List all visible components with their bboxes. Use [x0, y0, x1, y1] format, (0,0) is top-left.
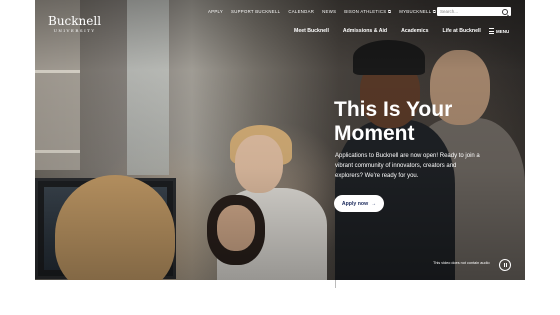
- utility-link-news[interactable]: NEWS: [322, 9, 336, 14]
- nav-life-at-bucknell[interactable]: Life at Bucknell: [443, 28, 481, 34]
- utility-link-support[interactable]: SUPPORT BUCKNELL: [231, 9, 280, 14]
- nav-academics[interactable]: Academics: [401, 28, 428, 34]
- search-input[interactable]: Search...: [437, 7, 511, 16]
- scroll-indicator: [335, 280, 336, 288]
- menu-icon: [489, 28, 494, 34]
- audio-note: This video does not contain audio: [433, 261, 490, 265]
- apply-now-label: Apply now: [341, 200, 369, 207]
- hero-subtext: Applications to Bucknell are now open! R…: [335, 153, 480, 179]
- logo-subtitle: UNIVERSITY: [53, 28, 96, 33]
- menu-label: MENU: [496, 28, 510, 34]
- search-placeholder: Search...: [440, 8, 459, 14]
- utility-nav: APPLY SUPPORT BUCKNELL CALENDAR NEWS BIS…: [208, 9, 444, 14]
- search-icon[interactable]: [502, 8, 508, 15]
- nav-meet-bucknell[interactable]: Meet Bucknell: [294, 28, 329, 34]
- utility-link-calendar[interactable]: CALENDAR: [288, 9, 314, 14]
- apply-now-button[interactable]: Apply now →: [334, 195, 384, 212]
- utility-link-athletics[interactable]: BISON ATHLETICS ⧉: [344, 9, 391, 14]
- arrow-right-icon: →: [371, 200, 377, 207]
- nav-admissions-aid[interactable]: Admissions & Aid: [343, 28, 387, 34]
- bucknell-logo[interactable]: Bucknell UNIVERSITY: [48, 15, 101, 33]
- hero-headline: This Is Your Moment: [334, 98, 453, 145]
- main-nav: Meet Bucknell Admissions & Aid Academics…: [294, 28, 495, 34]
- utility-link-apply[interactable]: APPLY: [208, 9, 223, 14]
- pause-icon[interactable]: [499, 259, 511, 271]
- logo-name: Bucknell: [48, 14, 102, 28]
- utility-link-mybucknell[interactable]: MYBUCKNELL ⧉: [399, 9, 436, 14]
- menu-button[interactable]: MENU: [489, 28, 509, 34]
